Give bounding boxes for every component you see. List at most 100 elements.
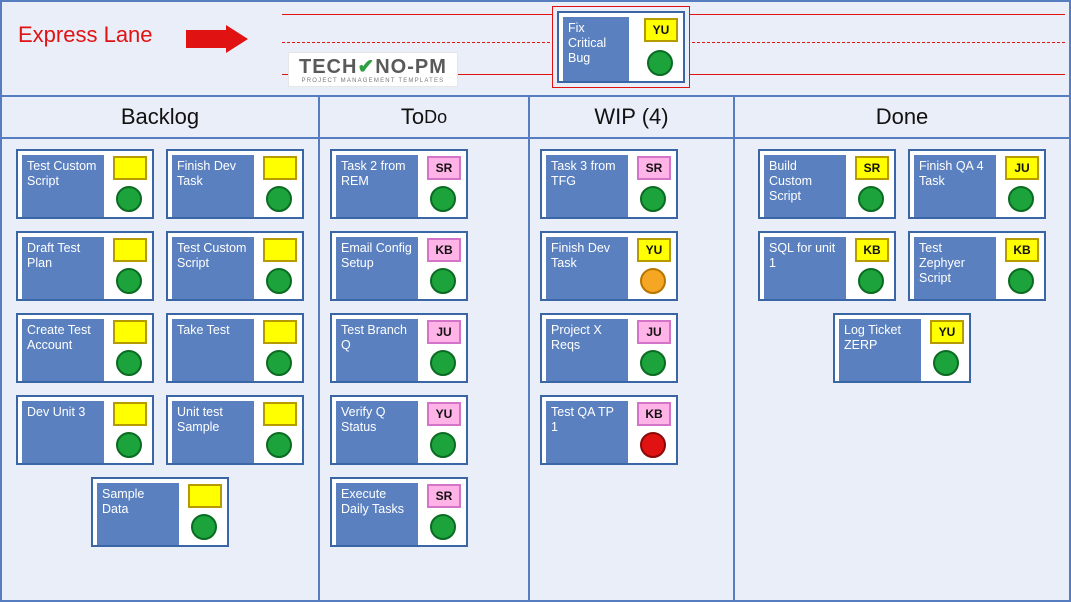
card-owner: SR: [427, 156, 461, 180]
card-title: Unit test Sample: [172, 401, 254, 463]
status-dot-icon: [191, 514, 217, 540]
kanban-card[interactable]: Finish Dev Task: [166, 149, 304, 219]
status-dot-icon: [647, 50, 673, 76]
status-dot-icon: [430, 268, 456, 294]
kanban-card[interactable]: Task 3 from TFG SR: [540, 149, 678, 219]
logo-subtext: PROJECT MANAGEMENT TEMPLATES: [299, 78, 447, 84]
card-owner: JU: [1005, 156, 1039, 180]
column-header: To Do: [320, 97, 528, 139]
express-lane-label: Express Lane: [18, 22, 153, 48]
card-title: Build Custom Script: [764, 155, 846, 217]
status-dot-icon: [116, 350, 142, 376]
status-dot-icon: [858, 268, 884, 294]
card-owner: SR: [855, 156, 889, 180]
kanban-card[interactable]: Finish Dev Task YU: [540, 231, 678, 301]
card-owner: [263, 402, 297, 426]
kanban-card[interactable]: Sample Data: [91, 477, 229, 547]
kanban-card[interactable]: Test Zephyer Script KB: [908, 231, 1046, 301]
logo-text: TEC: [299, 56, 342, 78]
kanban-card[interactable]: Dev Unit 3: [16, 395, 154, 465]
card-title: Draft Test Plan: [22, 237, 104, 299]
column-header: Done: [735, 97, 1069, 139]
card-title: Log Ticket ZERP: [839, 319, 921, 381]
column-wip: WIP (4) Task 3 from TFG SR Finish Dev Task…: [530, 97, 735, 600]
column-done: Done Build Custom Script SR Finish QA 4 Ta…: [735, 97, 1069, 600]
card-title: Fix Critical Bug: [563, 17, 629, 81]
card-owner: KB: [855, 238, 889, 262]
kanban-card[interactable]: Test QA TP 1 KB: [540, 395, 678, 465]
status-dot-icon: [640, 268, 666, 294]
kanban-card[interactable]: Draft Test Plan: [16, 231, 154, 301]
card-owner: YU: [930, 320, 964, 344]
card-owner: [113, 402, 147, 426]
card-owner: [263, 156, 297, 180]
kanban-card[interactable]: Email Config SetupKB: [330, 231, 468, 301]
card-owner: JU: [427, 320, 461, 344]
kanban-card[interactable]: Unit test Sample: [166, 395, 304, 465]
card-owner: [263, 320, 297, 344]
card-owner: [113, 238, 147, 262]
card-title: Test QA TP 1: [546, 401, 628, 463]
status-dot-icon: [266, 268, 292, 294]
card-owner: KB: [637, 402, 671, 426]
column-header: WIP (4): [530, 97, 733, 139]
kanban-card[interactable]: Build Custom Script SR: [758, 149, 896, 219]
card-title: Task 3 from TFG: [546, 155, 628, 217]
logo-text: NO-PM: [375, 56, 447, 78]
columns: Backlog Test Custom ScriptFinish Dev Tas…: [2, 97, 1069, 600]
card-owner: YU: [427, 402, 461, 426]
kanban-card[interactable]: SQL for unit 1 KB: [758, 231, 896, 301]
kanban-card[interactable]: Task 2 from REMSR: [330, 149, 468, 219]
column-backlog: Backlog Test Custom ScriptFinish Dev Tas…: [2, 97, 320, 600]
kanban-card[interactable]: Finish QA 4 Task JU: [908, 149, 1046, 219]
column-title: To: [401, 104, 424, 130]
status-dot-icon: [640, 350, 666, 376]
card-owner: [113, 320, 147, 344]
status-dot-icon: [430, 432, 456, 458]
card-owner: SR: [427, 484, 461, 508]
card-title: Verify Q Status: [336, 401, 418, 463]
kanban-card[interactable]: Take Test: [166, 313, 304, 383]
card-owner: JU: [637, 320, 671, 344]
kanban-card[interactable]: Log Ticket ZERP YU: [833, 313, 971, 383]
card-owner: SR: [637, 156, 671, 180]
card-title: SQL for unit 1: [764, 237, 846, 299]
status-dot-icon: [266, 350, 292, 376]
column-todo: To Do Task 2 from REMSR Email Config Setu…: [320, 97, 530, 600]
status-dot-icon: [266, 432, 292, 458]
kanban-card[interactable]: Verify Q Status YU: [330, 395, 468, 465]
status-dot-icon: [1008, 186, 1034, 212]
card-owner: YU: [637, 238, 671, 262]
card-title: Sample Data: [97, 483, 179, 545]
express-card[interactable]: Fix Critical Bug YU: [552, 6, 690, 88]
card-title: Create Test Account: [22, 319, 104, 381]
card-title: Test Custom Script: [172, 237, 254, 299]
card-owner: KB: [427, 238, 461, 262]
column-body: Task 3 from TFG SR Finish Dev Task YU Projec…: [530, 139, 733, 475]
card-title: Test Branch Q: [336, 319, 418, 381]
card-title: Finish Dev Task: [546, 237, 628, 299]
column-body: Task 2 from REMSR Email Config SetupKB Tes…: [320, 139, 528, 557]
kanban-card[interactable]: Create Test Account: [16, 313, 154, 383]
card-title: Execute Daily Tasks: [336, 483, 418, 545]
status-dot-icon: [266, 186, 292, 212]
status-dot-icon: [640, 186, 666, 212]
kanban-card[interactable]: Execute Daily Tasks SR: [330, 477, 468, 547]
column-body: Test Custom ScriptFinish Dev TaskDraft T…: [2, 139, 318, 557]
card-title: Finish QA 4 Task: [914, 155, 996, 217]
status-dot-icon: [933, 350, 959, 376]
card-owner: KB: [1005, 238, 1039, 262]
status-dot-icon: [640, 432, 666, 458]
kanban-card[interactable]: Test Custom Script: [16, 149, 154, 219]
kanban-card[interactable]: Test Custom Script: [166, 231, 304, 301]
kanban-card[interactable]: Test Branch Q JU: [330, 313, 468, 383]
card-title: Test Zephyer Script: [914, 237, 996, 299]
arrow-right-icon: [186, 28, 250, 50]
status-dot-icon: [116, 432, 142, 458]
kanban-board: Express Lane TECH✔NO-PM PROJECT MANAGEME…: [0, 0, 1071, 602]
logo: TECH✔NO-PM PROJECT MANAGEMENT TEMPLATES: [288, 52, 458, 87]
column-body: Build Custom Script SR Finish QA 4 Task JU S…: [735, 139, 1069, 393]
kanban-card[interactable]: Project X ReqsJU: [540, 313, 678, 383]
express-lane: Express Lane TECH✔NO-PM PROJECT MANAGEME…: [2, 2, 1069, 97]
logo-text: H: [342, 56, 357, 78]
